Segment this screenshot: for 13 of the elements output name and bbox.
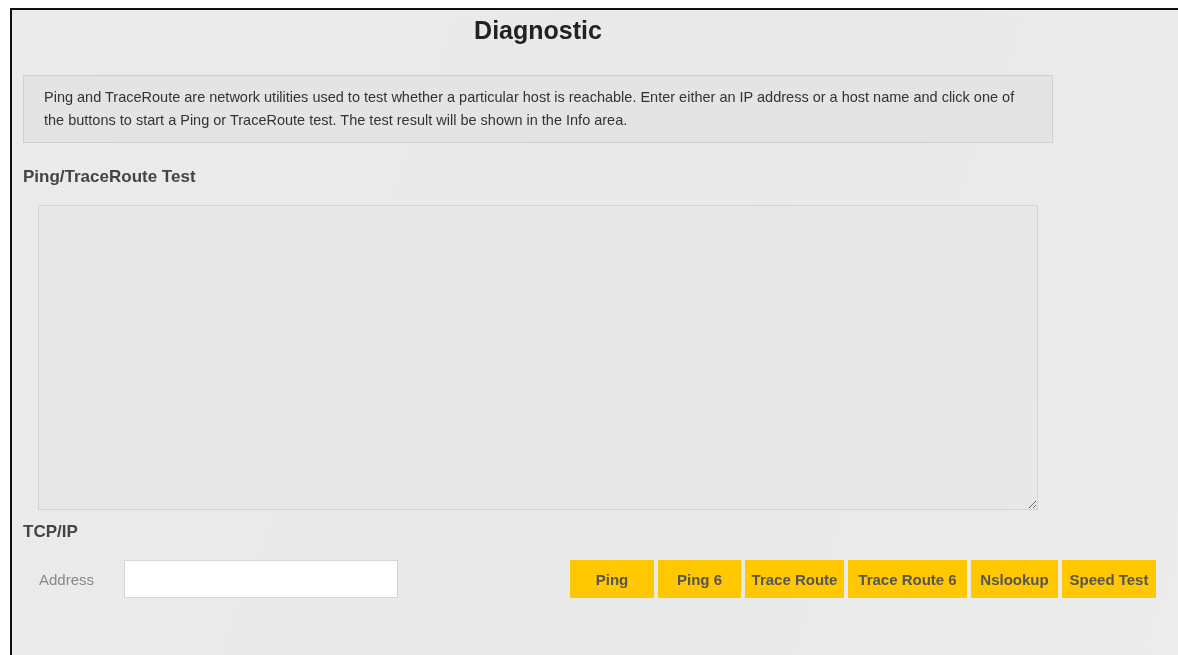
action-button[interactable]: Speed Test xyxy=(1062,560,1156,598)
result-textarea[interactable] xyxy=(38,205,1038,510)
action-button[interactable]: Trace Route xyxy=(745,560,844,598)
address-input[interactable] xyxy=(124,560,398,598)
section-heading: TCP/IP xyxy=(23,522,79,542)
field-label: Address xyxy=(39,570,96,588)
action-button[interactable]: Ping 6 xyxy=(658,560,741,598)
page-title: Diagnostic xyxy=(473,16,603,45)
section-heading: Ping/TraceRoute Test xyxy=(23,167,197,187)
action-button[interactable]: Nslookup xyxy=(971,560,1058,598)
info-text: Ping and TraceRoute are network utilities used to test whether a particular host is reachable. Enter either an IP address or a host name and click one of the buttons to start a Ping or TraceRoute test. The test result will be shown in the Info area. xyxy=(23,75,1053,143)
action-button[interactable]: Ping xyxy=(570,560,654,598)
action-button[interactable]: Trace Route 6 xyxy=(848,560,967,598)
